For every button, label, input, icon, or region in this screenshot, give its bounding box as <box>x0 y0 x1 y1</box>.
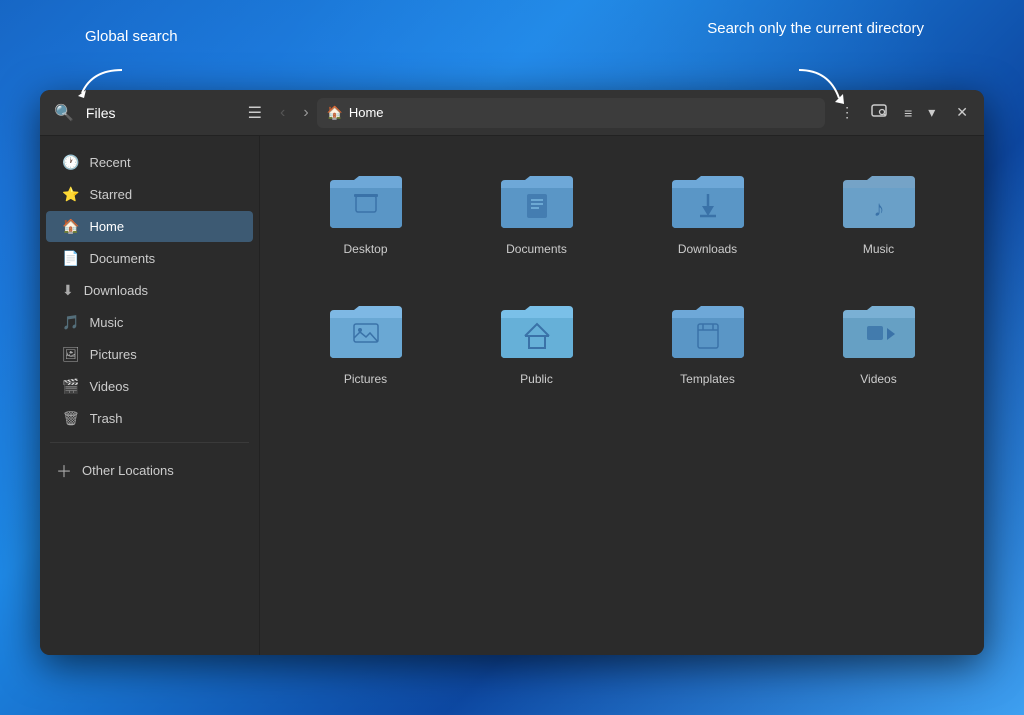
folder-pictures-label: Pictures <box>344 372 387 386</box>
app-title: Files <box>86 105 236 121</box>
sidebar-label-music: Music <box>89 315 123 330</box>
downloads-icon: ⬇ <box>62 282 74 299</box>
search-current-dir-button[interactable] <box>863 98 895 127</box>
sidebar-label-documents: Documents <box>89 251 155 266</box>
folders-grid: Desktop Documents <box>290 156 954 396</box>
sidebar-item-home[interactable]: 🏠 Home <box>46 211 253 242</box>
sidebar-item-other-locations[interactable]: ＋ Other Locations <box>40 451 259 489</box>
folder-desktop[interactable]: Desktop <box>290 156 441 266</box>
header-left: 🔍 Files ☰ <box>48 99 268 127</box>
sidebar-label-pictures: Pictures <box>90 347 137 362</box>
folder-downloads-label: Downloads <box>678 242 737 256</box>
folder-public-icon <box>497 296 577 364</box>
sidebar-label-other-locations: Other Locations <box>82 463 174 478</box>
folder-music-label: Music <box>863 242 894 256</box>
folder-templates-icon <box>668 296 748 364</box>
home-icon: 🏠 <box>62 218 79 235</box>
sidebar-label-home: Home <box>89 219 124 234</box>
sidebar-label-videos: Videos <box>89 379 129 394</box>
close-button[interactable]: ✕ <box>948 100 976 125</box>
folder-documents-label: Documents <box>506 242 567 256</box>
music-icon: 🎵 <box>62 314 79 331</box>
recent-icon: 🕐 <box>62 154 79 171</box>
sidebar-item-downloads[interactable]: ⬇ Downloads <box>46 275 253 306</box>
navigation-buttons: ‹ › <box>272 100 317 126</box>
view-options-button[interactable]: ▾ <box>921 100 942 125</box>
folder-pictures-icon <box>326 296 406 364</box>
documents-icon: 📄 <box>62 250 79 267</box>
location-bar[interactable]: 🏠 Home <box>317 98 825 128</box>
folder-documents[interactable]: Documents <box>461 156 612 266</box>
forward-button[interactable]: › <box>295 100 316 126</box>
folder-pictures[interactable]: Pictures <box>290 286 441 396</box>
sidebar-item-trash[interactable]: 🗑 Trash <box>46 403 253 434</box>
header: 🔍 Files ☰ ‹ › 🏠 Home ⋮ ≡ ▾ ✕ <box>40 90 984 136</box>
folder-music-icon: ♪ <box>839 166 919 234</box>
folder-templates[interactable]: Templates <box>632 286 783 396</box>
sidebar-item-videos[interactable]: 🎬 Videos <box>46 371 253 402</box>
folder-desktop-label: Desktop <box>343 242 387 256</box>
videos-icon: 🎬 <box>62 378 79 395</box>
folder-videos[interactable]: Videos <box>803 286 954 396</box>
main-content: Desktop Documents <box>260 136 984 655</box>
kebab-menu-button[interactable]: ⋮ <box>833 100 861 125</box>
location-home-icon: 🏠 <box>327 105 343 121</box>
sidebar-label-starred: Starred <box>89 187 132 202</box>
file-manager-window: 🔍 Files ☰ ‹ › 🏠 Home ⋮ ≡ ▾ ✕ <box>40 90 984 655</box>
folder-downloads-icon <box>668 166 748 234</box>
folder-videos-label: Videos <box>860 372 896 386</box>
sidebar-item-starred[interactable]: ⭐ Starred <box>46 179 253 210</box>
plus-icon: ＋ <box>56 458 72 482</box>
sidebar-label-downloads: Downloads <box>84 283 148 298</box>
header-actions: ⋮ ≡ ▾ ✕ <box>833 98 976 127</box>
folder-music[interactable]: ♪ Music <box>803 156 954 266</box>
sidebar-item-recent[interactable]: 🕐 Recent <box>46 147 253 178</box>
folder-desktop-icon <box>326 166 406 234</box>
global-search-button[interactable]: 🔍 <box>48 99 80 127</box>
sidebar-label-recent: Recent <box>89 155 130 170</box>
back-button[interactable]: ‹ <box>272 100 293 126</box>
trash-icon: 🗑 <box>62 410 80 427</box>
pictures-icon: 🖼 <box>62 346 80 363</box>
sidebar-label-trash: Trash <box>90 411 123 426</box>
sidebar-divider <box>50 442 249 443</box>
sidebar: 🕐 Recent ⭐ Starred 🏠 Home 📄 Documents ⬇ … <box>40 136 260 655</box>
window-body: 🕐 Recent ⭐ Starred 🏠 Home 📄 Documents ⬇ … <box>40 136 984 655</box>
folder-public-label: Public <box>520 372 553 386</box>
folder-public[interactable]: Public <box>461 286 612 396</box>
folder-documents-icon <box>497 166 577 234</box>
starred-icon: ⭐ <box>62 186 79 203</box>
folder-downloads[interactable]: Downloads <box>632 156 783 266</box>
svg-text:♪: ♪ <box>873 196 884 221</box>
location-text: Home <box>349 105 384 120</box>
sidebar-item-pictures[interactable]: 🖼 Pictures <box>46 339 253 370</box>
sidebar-item-music[interactable]: 🎵 Music <box>46 307 253 338</box>
folder-videos-icon <box>839 296 919 364</box>
search-dir-icon <box>870 102 888 120</box>
folder-templates-label: Templates <box>680 372 735 386</box>
list-view-button[interactable]: ≡ <box>897 101 919 125</box>
menu-button[interactable]: ☰ <box>242 99 268 127</box>
sidebar-item-documents[interactable]: 📄 Documents <box>46 243 253 274</box>
